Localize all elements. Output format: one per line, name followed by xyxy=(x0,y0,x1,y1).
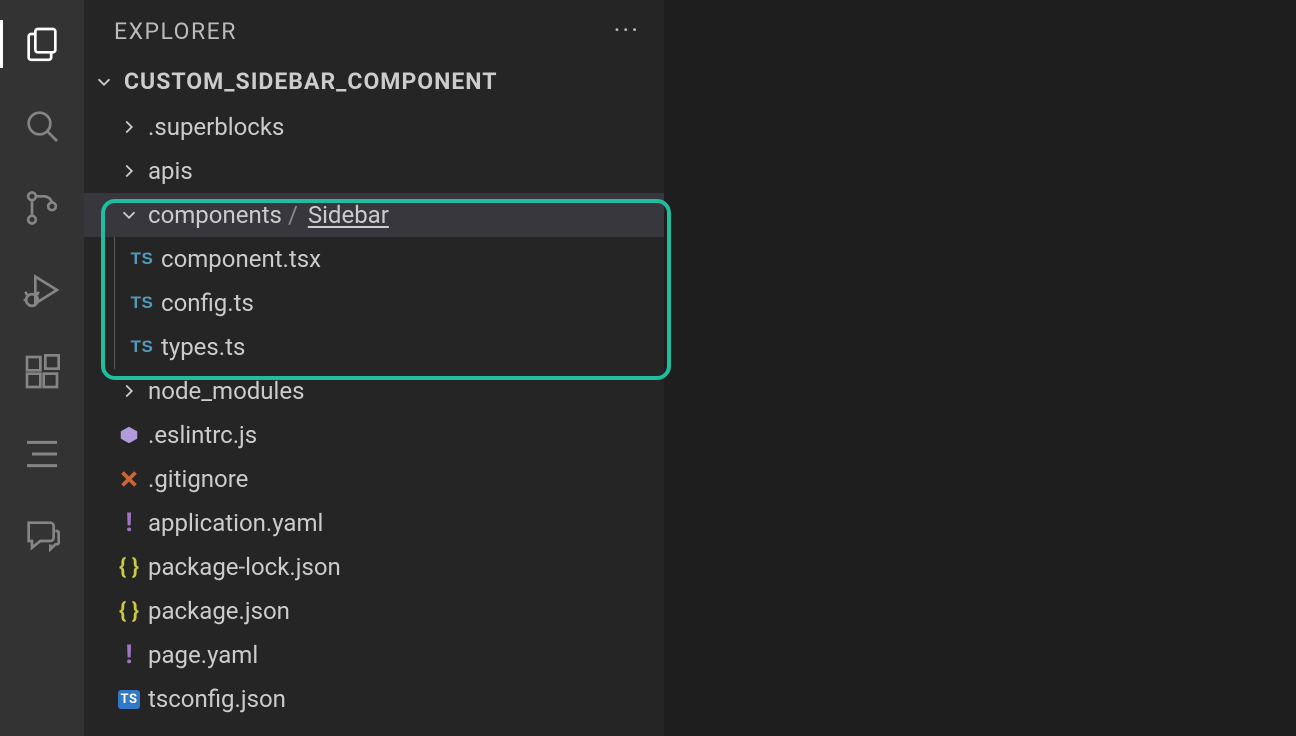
git-icon xyxy=(114,468,144,490)
file-row[interactable]: TStypes.ts xyxy=(84,325,664,369)
chevron-down-icon xyxy=(90,71,118,93)
eslint-icon xyxy=(114,424,144,446)
file-name: package.json xyxy=(144,597,290,625)
typescript-icon: TS xyxy=(127,337,157,357)
file-name: .eslintrc.js xyxy=(144,421,257,449)
explorer-sidebar: EXPLORER ··· CUSTOM_SIDEBAR_COMPONENT .s… xyxy=(84,0,664,736)
file-name: package-lock.json xyxy=(144,553,341,581)
typescript-icon: TS xyxy=(127,293,157,313)
typescript-icon: TS xyxy=(127,249,157,269)
file-row[interactable]: { }package-lock.json xyxy=(84,545,664,589)
file-name: config.ts xyxy=(157,289,254,317)
file-row[interactable]: !page.yaml xyxy=(84,633,664,677)
folder-name: components xyxy=(144,201,282,229)
activity-search-icon[interactable] xyxy=(12,96,72,156)
folder-name: apis xyxy=(144,157,193,185)
chevron-right-icon xyxy=(114,380,144,402)
activity-run-debug-icon[interactable] xyxy=(12,260,72,320)
json-icon: { } xyxy=(114,555,144,580)
yaml-icon: ! xyxy=(114,508,144,538)
activity-bar xyxy=(0,0,84,736)
project-root-header[interactable]: CUSTOM_SIDEBAR_COMPONENT xyxy=(84,62,664,101)
file-row[interactable]: TSconfig.ts xyxy=(84,281,664,325)
yaml-icon: ! xyxy=(114,640,144,670)
activity-source-control-icon[interactable] xyxy=(12,178,72,238)
file-row[interactable]: TScomponent.tsx xyxy=(84,237,664,281)
file-row[interactable]: TStsconfig.json xyxy=(84,677,664,721)
path-separator: / xyxy=(282,201,304,229)
explorer-more-icon[interactable]: ··· xyxy=(614,16,640,46)
folder-name: node_modules xyxy=(144,377,304,405)
folder-row[interactable]: components/Sidebar xyxy=(84,193,664,237)
file-row[interactable]: .eslintrc.js xyxy=(84,413,664,457)
file-name: application.yaml xyxy=(144,509,323,537)
folder-row[interactable]: .superblocks xyxy=(84,105,664,149)
file-name: tsconfig.json xyxy=(144,685,286,713)
project-root-title: CUSTOM_SIDEBAR_COMPONENT xyxy=(124,68,497,95)
file-name: .gitignore xyxy=(144,465,248,493)
explorer-title: EXPLORER xyxy=(114,18,237,45)
chevron-right-icon xyxy=(114,116,144,138)
chevron-right-icon xyxy=(114,160,144,182)
explorer-header: EXPLORER ··· xyxy=(84,0,664,62)
tsconfig-icon: TS xyxy=(114,690,144,709)
folder-row[interactable]: apis xyxy=(84,149,664,193)
folder-name: .superblocks xyxy=(144,113,284,141)
file-row[interactable]: .gitignore xyxy=(84,457,664,501)
file-name: types.ts xyxy=(157,333,245,361)
activity-extensions-icon[interactable] xyxy=(12,342,72,402)
editor-area xyxy=(664,0,1296,736)
file-row[interactable]: !application.yaml xyxy=(84,501,664,545)
folder-name: Sidebar xyxy=(304,201,389,229)
activity-explorer-icon[interactable] xyxy=(12,14,72,74)
chevron-down-icon xyxy=(114,204,144,226)
activity-outline-icon[interactable] xyxy=(12,424,72,484)
folder-row[interactable]: node_modules xyxy=(84,369,664,413)
activity-chat-icon[interactable] xyxy=(12,506,72,566)
json-icon: { } xyxy=(114,599,144,624)
file-row[interactable]: { }package.json xyxy=(84,589,664,633)
file-tree: .superblocksapiscomponents/SidebarTScomp… xyxy=(84,101,664,721)
file-name: component.tsx xyxy=(157,245,321,273)
file-name: page.yaml xyxy=(144,641,258,669)
